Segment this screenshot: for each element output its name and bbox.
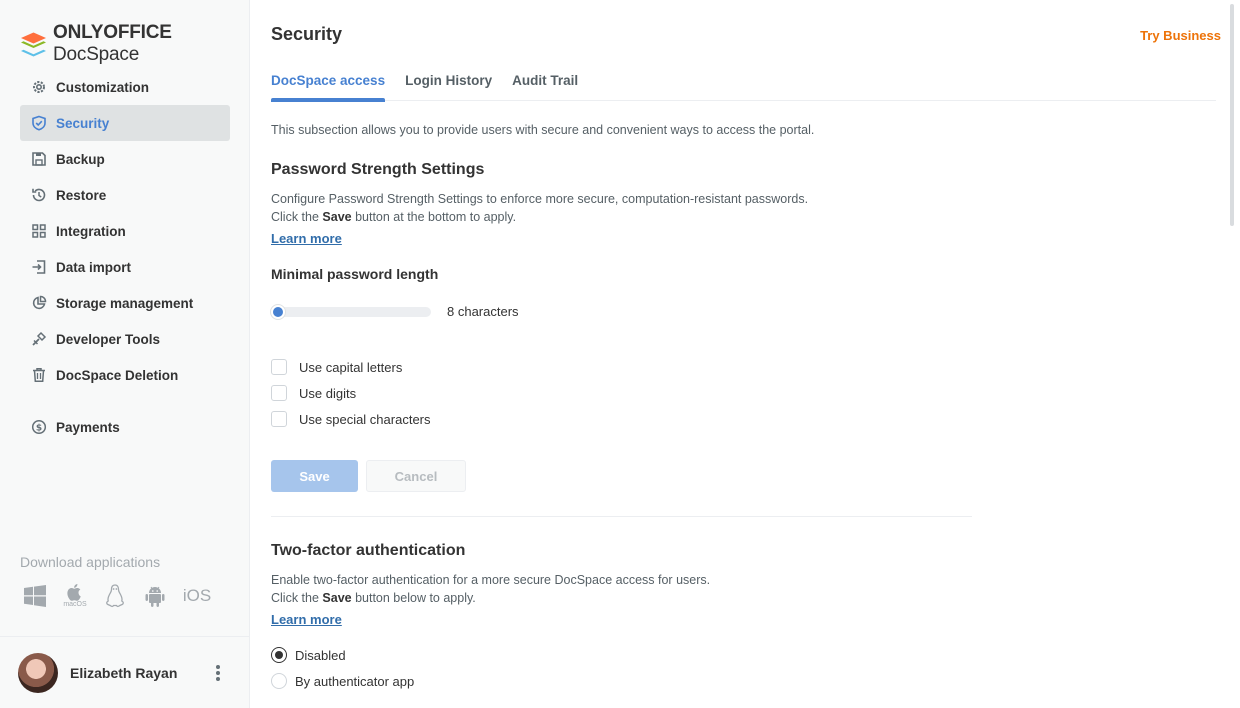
save-icon <box>30 150 48 168</box>
sidebar: ONLYOFFICE DocSpace Customization Securi… <box>0 0 250 708</box>
sidebar-item-label: Storage management <box>56 295 194 311</box>
tab-login-history[interactable]: Login History <box>405 73 492 101</box>
two-factor-learn-more-link[interactable]: Learn more <box>271 612 342 627</box>
restore-icon <box>30 186 48 204</box>
checkbox-label: Use capital letters <box>299 359 403 375</box>
two-factor-disabled-radio[interactable]: Disabled <box>271 647 346 663</box>
use-special-characters-checkbox[interactable]: Use special characters <box>271 411 431 427</box>
radio-button[interactable] <box>271 647 287 663</box>
checkbox-label: Use special characters <box>299 411 431 427</box>
password-length-slider[interactable] <box>271 305 431 319</box>
tab-audit-trail[interactable]: Audit Trail <box>512 73 578 101</box>
use-capital-letters-checkbox[interactable]: Use capital letters <box>271 359 402 375</box>
svg-text:$: $ <box>36 423 42 433</box>
radio-label: Disabled <box>295 647 346 663</box>
ios-label: iOS <box>182 586 212 605</box>
two-factor-authenticator-radio[interactable]: By authenticator app <box>271 673 414 689</box>
sidebar-item-label: Developer Tools <box>56 331 161 347</box>
two-factor-description: Enable two-factor authentication for a m… <box>271 573 711 605</box>
android-icon[interactable] <box>142 582 168 610</box>
checkbox-label: Use digits <box>299 385 357 401</box>
sidebar-item-label: Customization <box>56 79 149 95</box>
save-button[interactable]: Save <box>271 460 358 492</box>
radio-button[interactable] <box>271 673 287 689</box>
sidebar-item-label: Data import <box>56 259 132 275</box>
scrollbar[interactable] <box>1230 4 1234 226</box>
profile-name: Elizabeth Rayan <box>70 664 178 681</box>
sidebar-item-label: Backup <box>56 151 105 167</box>
sidebar-item-customization[interactable]: Customization <box>20 69 230 105</box>
sidebar-item-backup[interactable]: Backup <box>20 141 230 177</box>
logo[interactable]: ONLYOFFICE DocSpace <box>20 22 249 66</box>
use-digits-checkbox[interactable]: Use digits <box>271 385 356 401</box>
sidebar-item-integration[interactable]: Integration <box>20 213 230 249</box>
dollar-icon: $ <box>30 418 48 436</box>
password-strength-title: Password Strength Settings <box>271 161 485 178</box>
gear-icon <box>30 78 48 96</box>
linux-icon[interactable] <box>102 582 128 610</box>
checkbox-box[interactable] <box>271 411 287 427</box>
password-length-value: 8 characters <box>447 304 519 319</box>
sidebar-item-label: Restore <box>56 187 107 203</box>
pie-chart-icon <box>30 294 48 312</box>
sidebar-item-label: DocSpace Deletion <box>56 367 179 383</box>
sidebar-item-security[interactable]: Security <box>20 105 230 141</box>
download-applications-label: Download applications <box>20 554 161 570</box>
checkbox-box[interactable] <box>271 385 287 401</box>
tabs: DocSpace access Login History Audit Trai… <box>271 73 1216 102</box>
sidebar-item-storage-management[interactable]: Storage management <box>20 285 230 321</box>
settings-nav: Customization Security Backup Restore In… <box>20 69 230 445</box>
main-content: Security Try Business DocSpace access Lo… <box>271 0 1221 708</box>
logo-text: ONLYOFFICE DocSpace <box>53 22 172 65</box>
macos-label: macOS <box>63 601 87 608</box>
profile-section: Elizabeth Rayan <box>0 636 250 708</box>
sidebar-item-label: Security <box>56 115 110 131</box>
minimal-password-length-label: Minimal password length <box>271 266 439 282</box>
sidebar-item-payments[interactable]: $ Payments <box>20 409 230 445</box>
password-strength-description: Configure Password Strength Settings to … <box>271 192 809 224</box>
radio-label: By authenticator app <box>295 673 415 689</box>
sidebar-item-label: Integration <box>56 223 126 239</box>
section-divider <box>271 516 972 517</box>
import-icon <box>30 258 48 276</box>
sidebar-item-docspace-deletion[interactable]: DocSpace Deletion <box>20 357 230 393</box>
sidebar-item-label: Payments <box>56 419 120 435</box>
intro-text: This subsection allows you to provide us… <box>271 123 815 137</box>
two-factor-title: Two-factor authentication <box>271 542 466 559</box>
more-options-icon[interactable] <box>216 665 220 681</box>
grid-icon <box>30 222 48 240</box>
page-title: Security <box>271 24 343 44</box>
password-learn-more-link[interactable]: Learn more <box>271 231 342 246</box>
ios-icon[interactable]: iOS <box>182 582 212 610</box>
tab-docspace-access[interactable]: DocSpace access <box>271 73 386 102</box>
slider-thumb[interactable] <box>271 305 285 319</box>
sidebar-item-developer-tools[interactable]: Developer Tools <box>20 321 230 357</box>
shield-icon <box>30 114 48 132</box>
try-business-link[interactable]: Try Business <box>1140 28 1221 43</box>
wrench-icon <box>30 330 48 348</box>
sidebar-item-data-import[interactable]: Data import <box>20 249 230 285</box>
avatar[interactable] <box>18 652 58 693</box>
cancel-button[interactable]: Cancel <box>366 460 466 492</box>
macos-icon[interactable]: macOS <box>62 582 88 610</box>
checkbox-box[interactable] <box>271 359 287 375</box>
app-download-links: macOS iOS <box>22 582 212 610</box>
sidebar-item-restore[interactable]: Restore <box>20 177 230 213</box>
onlyoffice-logo-icon <box>20 31 47 57</box>
trash-icon <box>30 366 48 384</box>
windows-icon[interactable] <box>22 582 48 610</box>
